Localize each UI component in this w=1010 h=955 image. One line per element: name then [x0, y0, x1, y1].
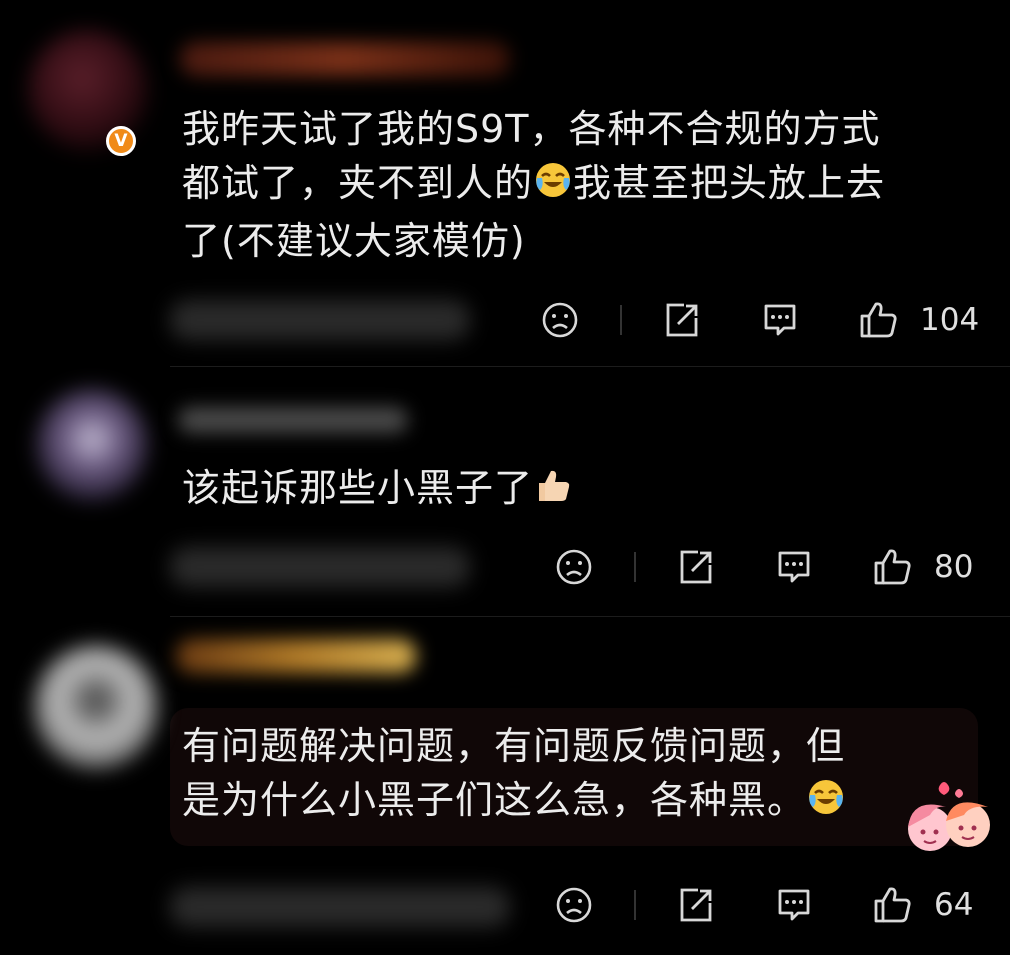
username[interactable]: [180, 42, 510, 76]
thumbs-up-icon: [874, 549, 911, 585]
reply-button[interactable]: [774, 547, 814, 587]
comment-text: 我昨天试了我的S9T，各种不合规的方式 都试了，夹不到人的 我甚至把头放上去 了(…: [182, 107, 886, 263]
share-button[interactable]: [676, 885, 716, 925]
share-icon: [680, 888, 712, 922]
comment-bubble-icon: [778, 889, 810, 921]
laugh-cry-emoji: [806, 777, 846, 831]
comment-bubble-icon: [764, 304, 796, 336]
sad-face-icon: [556, 549, 592, 585]
sad-face-icon: [542, 302, 578, 338]
laugh-cry-emoji: [533, 160, 573, 214]
comment-text: 该起诉那些小黑子了: [182, 461, 982, 519]
like-count: 64: [934, 887, 974, 923]
like-button[interactable]: [872, 883, 914, 925]
share-icon: [680, 550, 712, 584]
reply-button[interactable]: [760, 300, 800, 340]
like-button[interactable]: [858, 298, 900, 340]
avatar[interactable]: [36, 389, 148, 501]
username[interactable]: [178, 407, 408, 433]
verified-badge: V: [106, 126, 136, 156]
thumbs-up-emoji: [533, 465, 573, 519]
comment-meta: [170, 887, 510, 927]
share-icon: [666, 303, 698, 337]
share-button[interactable]: [662, 300, 702, 340]
comment-meta: [170, 300, 470, 340]
comment-bubble-icon: [778, 551, 810, 583]
username[interactable]: [176, 639, 416, 673]
dislike-button[interactable]: [554, 885, 594, 925]
comment-item: 该起诉那些小黑子了 80: [0, 367, 1010, 615]
comment-meta: [170, 547, 470, 587]
sad-face-icon: [556, 887, 592, 923]
comment-text: 有问题解决问题，有问题反馈问题，但 是为什么小黑子们这么急，各种黑。: [182, 719, 982, 831]
share-button[interactable]: [676, 547, 716, 587]
divider: [634, 552, 636, 582]
dislike-button[interactable]: [554, 547, 594, 587]
like-count: 104: [920, 302, 980, 338]
comment-item: V 我昨天试了我的S9T，各种不合规的方式 都试了，夹不到人的 我甚至把头放上去 …: [0, 0, 1010, 365]
divider: [620, 305, 622, 335]
divider: [634, 890, 636, 920]
comment-item: 有问题解决问题，有问题反馈问题，但 是为什么小黑子们这么急，各种黑。 64: [0, 617, 1010, 955]
thumbs-up-icon: [860, 302, 897, 338]
dislike-button[interactable]: [540, 300, 580, 340]
avatar[interactable]: [34, 645, 158, 769]
thumbs-up-icon: [874, 887, 911, 923]
like-count: 80: [934, 549, 974, 585]
couple-hearts-sticker: [896, 777, 1000, 857]
like-button[interactable]: [872, 545, 914, 587]
reply-button[interactable]: [774, 885, 814, 925]
